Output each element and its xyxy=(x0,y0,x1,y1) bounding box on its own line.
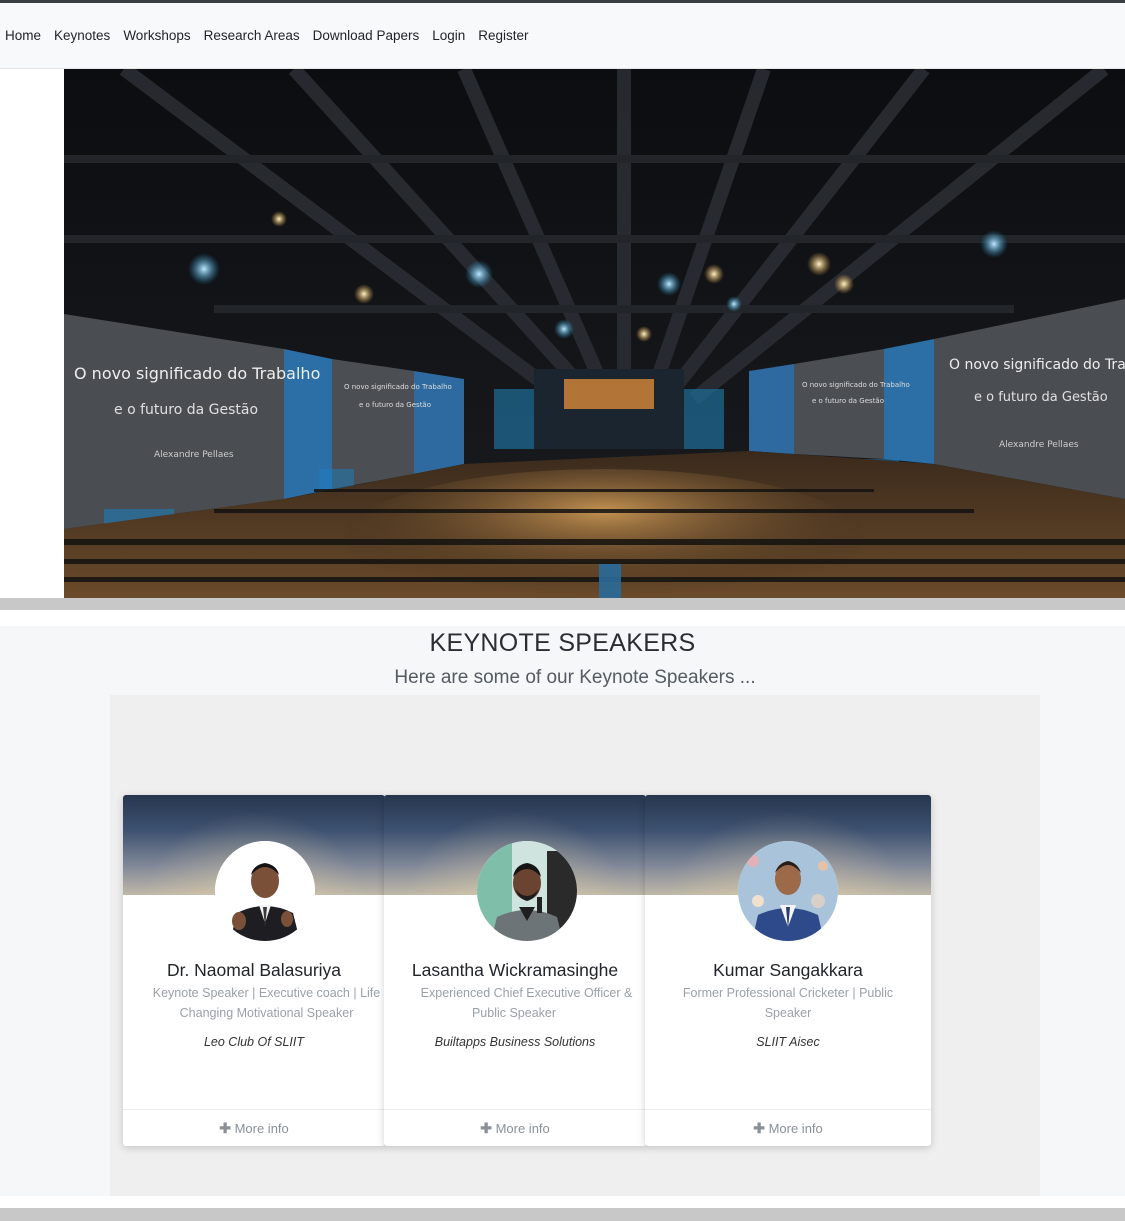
hero-screen-right-line2: e o futuro da Gestão xyxy=(974,390,1108,405)
hero-screen-left-line2: e o futuro da Gestão xyxy=(114,402,258,418)
speaker-card: Dr. Naomal Balasuriya Keynote Speaker | … xyxy=(123,795,385,1146)
nav-link-workshops[interactable]: Workshops xyxy=(123,28,190,43)
more-info-button[interactable]: ✚ More info xyxy=(645,1109,931,1146)
nav-links: Home Keynotes Workshops Research Areas D… xyxy=(5,28,542,43)
speaker-organization: SLIIT Aisec xyxy=(756,1035,820,1049)
hero-screen-mid-right-line2: e o futuro da Gestão xyxy=(812,397,884,405)
speaker-card: Kumar Sangakkara Former Professional Cri… xyxy=(645,795,931,1146)
section-spacer xyxy=(0,610,1125,626)
speaker-role: Former Professional Cricketer | Public S… xyxy=(645,983,931,1023)
footer-divider xyxy=(0,1208,1125,1221)
speaker-organization: Leo Club Of SLIIT xyxy=(203,1035,305,1049)
speaker-role-line2: Public Speaker xyxy=(471,1006,557,1020)
hero-section: O novo significado do Trabalho e o futur… xyxy=(0,69,1125,598)
speaker-avatar xyxy=(477,841,577,941)
nav-link-research-areas[interactable]: Research Areas xyxy=(204,28,300,43)
plus-icon: ✚ xyxy=(480,1120,492,1136)
hero-image-conference-hall: O novo significado do Trabalho e o futur… xyxy=(64,69,1125,598)
top-navbar: Home Keynotes Workshops Research Areas D… xyxy=(0,3,1125,69)
hero-screen-mid-left-line1: O novo significado do Trabalho xyxy=(344,383,452,391)
nav-link-download-papers[interactable]: Download Papers xyxy=(313,28,420,43)
more-info-label: More info xyxy=(495,1121,550,1136)
hero-screen-right-name: Alexandre Pellaes xyxy=(999,440,1079,450)
nav-link-login[interactable]: Login xyxy=(432,28,465,43)
speaker-role: Experienced Chief Executive Officer & Pu… xyxy=(384,983,646,1023)
hero-screen-mid-right-line1: O novo significado do Trabalho xyxy=(802,381,910,389)
speaker-role-line2: Changing Motivational Speaker xyxy=(179,1006,354,1020)
keynote-subtitle: Here are some of our Keynote Speakers ..… xyxy=(394,667,756,688)
speaker-cards: Dr. Naomal Balasuriya Keynote Speaker | … xyxy=(123,795,931,1146)
speaker-role-line1: Keynote Speaker | Executive coach | Life xyxy=(152,986,381,1000)
more-info-label: More info xyxy=(768,1121,823,1136)
speaker-name: Kumar Sangakkara xyxy=(713,960,863,980)
keynote-title: KEYNOTE SPEAKERS xyxy=(429,629,696,657)
hero-screen-left-name: Alexandre Pellaes xyxy=(154,450,234,460)
nav-link-keynotes[interactable]: Keynotes xyxy=(54,28,110,43)
speaker-name: Dr. Naomal Balasuriya xyxy=(166,960,342,980)
speaker-role-line1: Experienced Chief Executive Officer & xyxy=(420,986,633,1000)
section-divider xyxy=(0,598,1125,610)
speaker-role-line2: Speaker xyxy=(764,1006,812,1020)
hero-screen-left-line1: O novo significado do Trabalho xyxy=(74,364,320,383)
hero-screen-mid-left-line2: e o futuro da Gestão xyxy=(359,401,431,409)
hero-screen-right-line1: O novo significado do Trabalh xyxy=(949,357,1125,373)
more-info-button[interactable]: ✚ More info xyxy=(384,1109,646,1146)
speaker-name: Lasantha Wickramasinghe xyxy=(411,960,619,980)
speaker-role-line1: Former Professional Cricketer | Public xyxy=(682,986,894,1000)
footer-spacer xyxy=(0,1196,1125,1208)
speaker-card: Lasantha Wickramasinghe Experienced Chie… xyxy=(384,795,646,1146)
nav-link-register[interactable]: Register xyxy=(478,28,528,43)
more-info-label: More info xyxy=(234,1121,289,1136)
nav-link-home[interactable]: Home xyxy=(5,28,41,43)
more-info-button[interactable]: ✚ More info xyxy=(123,1109,385,1146)
speaker-avatar xyxy=(738,841,838,941)
plus-icon: ✚ xyxy=(219,1120,231,1136)
plus-icon: ✚ xyxy=(753,1120,765,1136)
speaker-organization: Builtapps Business Solutions xyxy=(434,1035,596,1049)
speaker-avatar xyxy=(215,841,315,941)
speaker-role: Keynote Speaker | Executive coach | Life… xyxy=(123,983,385,1023)
